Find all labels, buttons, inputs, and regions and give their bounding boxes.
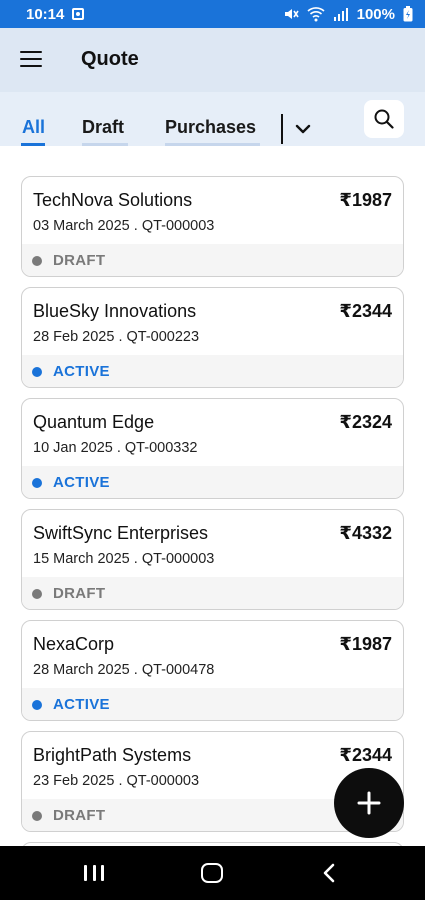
- quote-card[interactable]: Quantum Edge ₹2324 10 Jan 2025 . QT-0003…: [21, 398, 404, 499]
- plus-icon: [357, 791, 381, 815]
- status-dot: [32, 367, 42, 377]
- status-bar: 10:14 100%: [0, 0, 425, 28]
- status-dot: [32, 256, 42, 266]
- status-dot: [32, 478, 42, 488]
- quote-date-number: 15 March 2025 . QT-000003: [33, 551, 215, 567]
- quote-date-number: 28 Feb 2025 . QT-000223: [33, 329, 200, 345]
- tab-divider: [281, 114, 283, 144]
- quote-amount: ₹2344: [339, 745, 392, 765]
- quote-amount: ₹2344: [339, 301, 392, 321]
- home-icon[interactable]: [201, 863, 223, 883]
- quote-customer-name: BrightPath Systems: [33, 745, 192, 765]
- quote-card[interactable]: TechNova Solutions ₹1987 03 March 2025 .…: [21, 176, 404, 277]
- quote-date-number: 23 Feb 2025 . QT-000003: [33, 773, 200, 789]
- battery-percent: 100%: [356, 5, 395, 23]
- quote-status-row: ACTIVE: [22, 355, 403, 387]
- status-time: 10:14: [26, 5, 65, 23]
- quote-status-row: ACTIVE: [22, 688, 403, 720]
- signal-icon: [333, 8, 348, 21]
- status-badge: DRAFT: [53, 252, 106, 269]
- quote-customer-name: Quantum Edge: [33, 412, 155, 432]
- page-title: Quote: [81, 48, 139, 70]
- tab-all[interactable]: All: [22, 117, 45, 138]
- status-badge: ACTIVE: [53, 696, 110, 713]
- quote-amount: ₹4332: [339, 523, 392, 543]
- chevron-down-icon[interactable]: [295, 124, 311, 134]
- quote-card[interactable]: SwiftSync Enterprises ₹4332 15 March 202…: [21, 509, 404, 610]
- tab-purchases[interactable]: Purchases: [165, 117, 256, 138]
- search-button[interactable]: [364, 100, 404, 138]
- quote-status-row: DRAFT: [22, 244, 403, 276]
- status-dot: [32, 589, 42, 599]
- back-icon[interactable]: [322, 862, 336, 884]
- quote-date-number: 03 March 2025 . QT-000003: [33, 218, 215, 234]
- status-dot: [32, 700, 42, 710]
- quote-status-row: ACTIVE: [22, 466, 403, 498]
- status-badge: DRAFT: [53, 807, 106, 824]
- quote-card[interactable]: BlueSky Innovations ₹2344 28 Feb 2025 . …: [21, 287, 404, 388]
- quote-status-row: DRAFT: [22, 577, 403, 609]
- wifi-icon: [307, 7, 325, 22]
- search-icon: [374, 109, 394, 129]
- status-dot: [32, 811, 42, 821]
- quote-customer-name: TechNova Solutions: [33, 190, 193, 210]
- system-nav-bar: [0, 846, 425, 900]
- add-quote-button[interactable]: [334, 768, 404, 838]
- quote-customer-name: SwiftSync Enterprises: [33, 523, 209, 543]
- quote-amount: ₹2324: [339, 412, 392, 432]
- status-badge: ACTIVE: [53, 363, 110, 380]
- hamburger-menu-icon[interactable]: [20, 51, 42, 67]
- quote-card[interactable]: NexaCorp ₹1987 28 March 2025 . QT-000478…: [21, 620, 404, 721]
- tabs-bar: All Draft Purchases: [0, 92, 425, 146]
- quote-amount: ₹1987: [339, 190, 392, 210]
- app-bar: Quote: [0, 28, 425, 92]
- quote-list[interactable]: TechNova Solutions ₹1987 03 March 2025 .…: [0, 146, 425, 846]
- status-icons: 100%: [283, 6, 413, 23]
- quote-customer-name: NexaCorp: [33, 634, 115, 654]
- recents-icon[interactable]: [84, 865, 104, 881]
- status-badge: DRAFT: [53, 585, 106, 602]
- quote-amount: ₹1987: [339, 634, 392, 654]
- status-badge: ACTIVE: [53, 474, 110, 491]
- mute-icon: [284, 9, 299, 19]
- notification-icon: [72, 8, 85, 20]
- tab-draft[interactable]: Draft: [82, 117, 124, 138]
- quote-date-number: 28 March 2025 . QT-000478: [33, 662, 215, 678]
- battery-charging-icon: [403, 6, 413, 22]
- quote-customer-name: BlueSky Innovations: [33, 301, 197, 321]
- quote-date-number: 10 Jan 2025 . QT-000332: [33, 440, 198, 456]
